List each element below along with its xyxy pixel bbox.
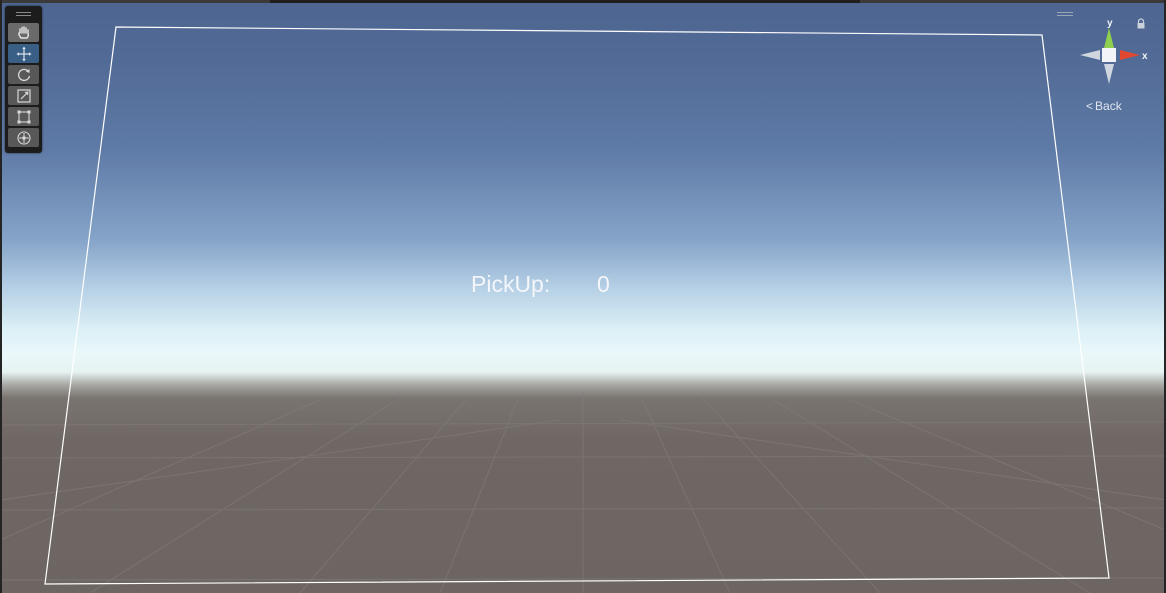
scene-top-bar: [0, 0, 1166, 3]
rotate-tool-button[interactable]: [8, 65, 39, 84]
transform-icon: [16, 130, 31, 145]
hand-tool-button[interactable]: [8, 23, 39, 42]
gizmo-y-label: y: [1107, 18, 1113, 29]
gizmo-x-label: x: [1142, 51, 1148, 62]
canvas-outline: [44, 26, 1110, 585]
move-icon: [16, 46, 31, 61]
viewport-left-border: [0, 0, 2, 593]
scene-viewport[interactable]: PickUp: 0 y x < Back: [0, 0, 1166, 593]
scale-icon: [16, 88, 31, 103]
gizmo-y-axis[interactable]: [1104, 28, 1114, 48]
gizmo-neg-y-axis[interactable]: [1104, 64, 1114, 84]
rect-tool-button[interactable]: [8, 107, 39, 126]
tools-overlay: [5, 6, 42, 153]
gizmo-neg-x-axis[interactable]: [1080, 50, 1100, 60]
projection-label: Back: [1095, 99, 1122, 113]
gizmo-drag-handle[interactable]: [1057, 12, 1073, 13]
transform-tool-button[interactable]: [8, 128, 39, 147]
tools-drag-handle[interactable]: [16, 12, 31, 13]
back-arrow-icon: <: [1086, 99, 1094, 113]
hand-icon: [17, 26, 29, 39]
gizmo-center-cube[interactable]: [1102, 48, 1116, 62]
rotate-icon: [17, 68, 30, 81]
move-tool-button[interactable]: [8, 44, 39, 63]
rect-icon: [17, 110, 30, 123]
orientation-gizmo[interactable]: y x: [1076, 14, 1156, 94]
pickup-count: 0: [597, 271, 610, 297]
projection-toggle[interactable]: < Back: [1086, 99, 1122, 113]
pickup-label: PickUp:: [471, 271, 551, 297]
scale-tool-button[interactable]: [8, 86, 39, 105]
gizmo-x-axis[interactable]: [1120, 50, 1140, 60]
